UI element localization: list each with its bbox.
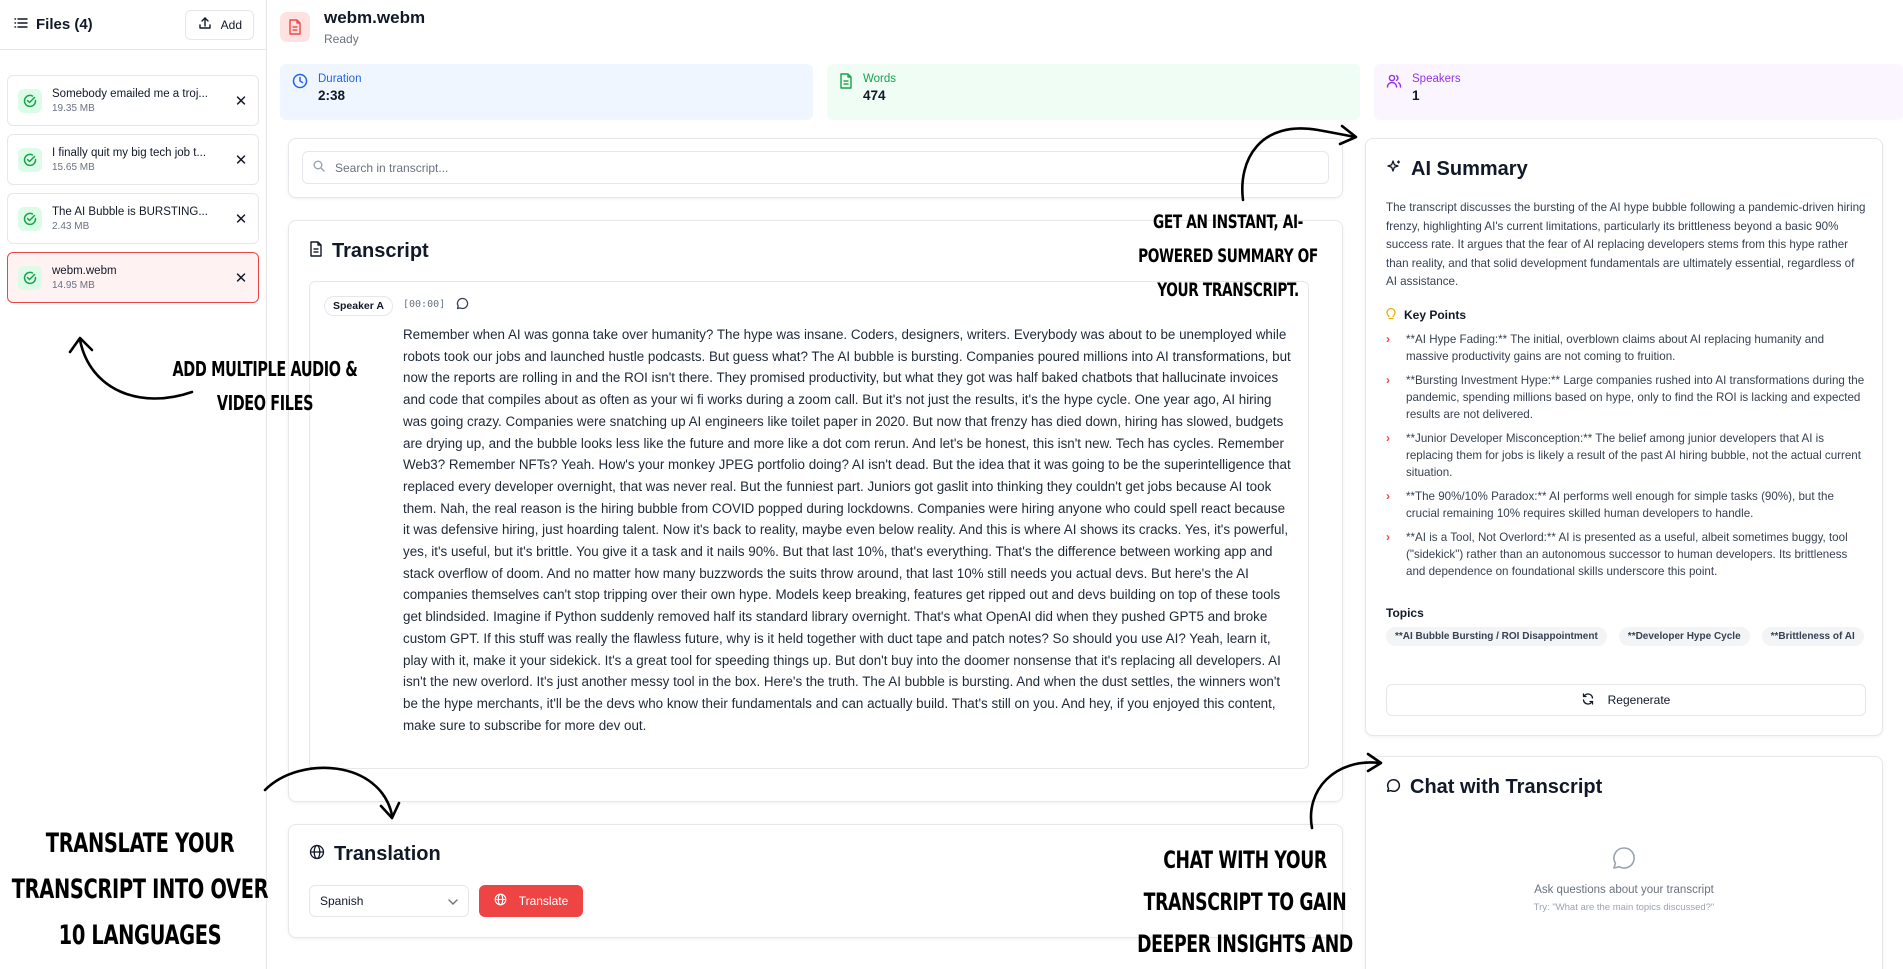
arrow-to-translation bbox=[263, 766, 394, 817]
annotation-arrows bbox=[68, 124, 1383, 830]
arrow-to-files bbox=[78, 338, 194, 400]
arrow-to-summary bbox=[1241, 127, 1357, 202]
arrow-to-chat bbox=[1309, 761, 1382, 830]
